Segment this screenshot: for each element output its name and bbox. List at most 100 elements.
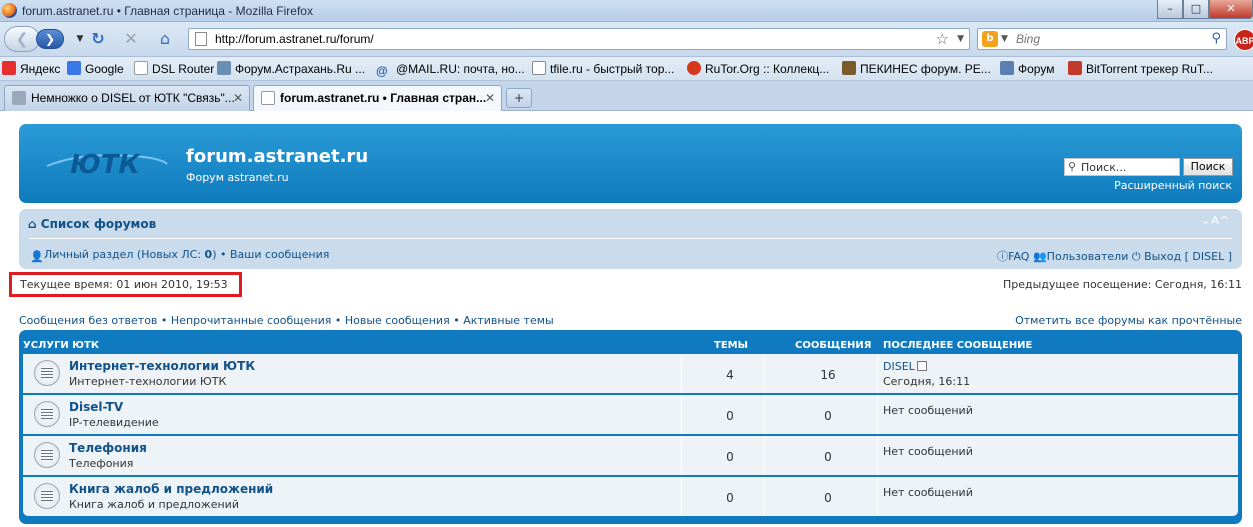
help-icon: ⓘ — [997, 250, 1009, 263]
window-controls: – □ ✕ — [1157, 0, 1253, 20]
forum-description: Телефония — [69, 457, 134, 470]
unanswered-posts-link[interactable]: Сообщения без ответов — [19, 314, 157, 327]
bookmark-bittorrent[interactable]: BitTorrent трекер RuT... — [1068, 61, 1213, 77]
faq-link[interactable]: ⓘFAQ — [997, 250, 1029, 263]
no-posts-label: Нет сообщений — [883, 404, 973, 417]
forum-header: ЮТК forum.astranet.ru Форум astranet.ru … — [19, 124, 1242, 203]
category-header[interactable]: Услуги ЮТК — [23, 340, 99, 351]
url-dropdown-icon[interactable]: ▼ — [957, 29, 964, 49]
home-icon: ⌂ — [28, 217, 41, 231]
maximize-button[interactable]: □ — [1183, 0, 1209, 19]
column-divider — [681, 436, 682, 475]
window-titlebar: forum.astranet.ru • Главная страница - M… — [0, 0, 1253, 22]
your-posts-link[interactable]: Ваши сообщения — [230, 248, 329, 261]
url-input[interactable] — [215, 31, 915, 47]
bookmark-star-icon[interactable]: ☆ — [936, 29, 949, 49]
bookmark-forum-astrakhan[interactable]: Форум.Астрахань.Ru ... — [217, 61, 365, 77]
forum-nav-panel: ⌂ Список форумов ⌄A^ 👤Личный раздел (Нов… — [19, 209, 1242, 269]
web-search-bar[interactable]: b ▼ ⚲ — [977, 28, 1227, 50]
close-window-button[interactable]: ✕ — [1209, 0, 1253, 19]
mail-ru-at-icon: @ — [376, 64, 388, 78]
forum-search-input[interactable] — [1081, 160, 1177, 174]
mark-forums-read-link[interactable]: Отметить все форумы как прочтённые — [1015, 314, 1242, 327]
forum-name-link[interactable]: Интернет-технологии ЮТК — [69, 359, 255, 373]
site-title[interactable]: forum.astranet.ru — [186, 146, 368, 167]
url-bar[interactable]: ☆ ▼ — [188, 28, 970, 50]
posts-count: 16 — [820, 368, 836, 382]
tab-disel-article[interactable]: Немножко о DISEL от ЮТК "Связь"... ✕ — [4, 85, 250, 111]
forum-search-box[interactable]: ⚲ — [1064, 158, 1180, 176]
forum-description: Книга жалоб и предложений — [69, 498, 239, 511]
users-icon: 👥 — [1032, 250, 1047, 263]
forum-name-link[interactable]: Телефония — [69, 441, 147, 455]
column-divider — [681, 477, 682, 516]
column-divider — [764, 477, 765, 516]
column-divider — [681, 395, 682, 434]
home-icon[interactable]: ⌂ — [155, 29, 175, 49]
posts-count: 0 — [824, 450, 832, 464]
new-posts-link[interactable]: Новые сообщения — [345, 314, 450, 327]
navigation-toolbar: ❮ ❯ ▼ ↻ ✕ ⌂ ☆ ▼ b ▼ ⚲ ABP — [0, 22, 1253, 57]
no-posts-label: Нет сообщений — [883, 445, 973, 458]
page-icon — [134, 61, 148, 75]
topics-count: 4 — [726, 368, 734, 382]
close-tab-icon[interactable]: ✕ — [485, 86, 495, 110]
topics-count: 0 — [726, 409, 734, 423]
bookmark-google[interactable]: Google — [67, 61, 124, 77]
adblock-icon[interactable]: ABP — [1234, 29, 1253, 51]
site-nav-links: ⓘFAQ 👥Пользователи ⏻ Выход [ DISEL ] — [997, 248, 1232, 264]
forum-name-link[interactable]: Disel-TV — [69, 400, 123, 414]
forum-search-button[interactable]: Поиск — [1183, 158, 1233, 176]
close-tab-icon[interactable]: ✕ — [233, 86, 243, 110]
history-dropdown-icon[interactable]: ▼ — [70, 29, 90, 49]
utk-logo[interactable]: ЮТК — [41, 146, 171, 182]
personal-area-link[interactable]: Личный раздел (Новых ЛС: 0) — [44, 248, 217, 261]
bookmark-pekines[interactable]: ПЕКИНЕС форум. РЕ... — [842, 61, 991, 77]
reload-icon[interactable]: ↻ — [88, 29, 108, 49]
new-tab-button[interactable]: + — [506, 88, 532, 108]
forum-icon — [1000, 61, 1014, 75]
web-search-input[interactable] — [1016, 31, 1196, 47]
last-post-author[interactable]: DISEL — [883, 360, 927, 373]
font-size-controls[interactable]: ⌄A^ — [1201, 214, 1230, 227]
forward-arrow-icon: ❯ — [44, 32, 56, 46]
forum-row: Интернет-технологии ЮТК Интернет-техноло… — [23, 354, 1238, 393]
active-topics-link[interactable]: Активные темы — [463, 314, 554, 327]
google-icon — [67, 61, 81, 75]
nav-separator — [29, 238, 1232, 239]
tab-favicon — [261, 91, 275, 105]
bookmark-mail-ru[interactable]: @ @MAIL.RU: почта, но... — [376, 61, 525, 78]
firefox-logo-icon — [2, 3, 17, 18]
advanced-search-link[interactable]: Расширенный поиск — [1114, 179, 1232, 192]
rutor-icon — [687, 61, 701, 75]
tab-forum-main[interactable]: forum.astranet.ru • Главная стран... ✕ — [253, 85, 502, 112]
web-page: ЮТК forum.astranet.ru Форум astranet.ru … — [0, 111, 1253, 527]
back-button[interactable]: ❮ — [4, 26, 40, 52]
bookmark-dsl-router[interactable]: DSL Router — [134, 61, 214, 77]
engine-dropdown-icon[interactable]: ▼ — [1001, 29, 1008, 49]
tab-favicon — [12, 91, 26, 105]
power-icon: ⏻ — [1131, 250, 1145, 263]
topics-count: 0 — [726, 450, 734, 464]
bing-engine-icon[interactable]: b — [982, 31, 998, 47]
forward-button[interactable]: ❯ — [36, 29, 64, 49]
back-forward-group: ❮ ❯ — [4, 26, 66, 52]
bookmark-forum[interactable]: Форум — [1000, 61, 1054, 77]
bookmark-yandex[interactable]: Яндекс — [2, 61, 60, 77]
stop-icon[interactable]: ✕ — [121, 29, 141, 49]
bookmark-tfile[interactable]: tfile.ru - быстрый тор... — [532, 61, 674, 77]
forum-list-link[interactable]: ⌂ Список форумов — [28, 217, 156, 231]
view-latest-post-icon[interactable] — [916, 361, 927, 371]
forum-description: Интернет-технологии ЮТК — [69, 375, 227, 388]
bittorrent-icon — [1068, 61, 1082, 75]
logout-link[interactable]: ⏻ Выход [ DISEL ] — [1132, 250, 1232, 263]
bookmark-rutor[interactable]: RuTor.Org :: Коллекц... — [687, 61, 829, 77]
users-link[interactable]: 👥Пользователи — [1033, 250, 1128, 263]
back-arrow-icon: ❮ — [15, 30, 29, 48]
minimize-button[interactable]: – — [1157, 0, 1183, 19]
unread-posts-link[interactable]: Непрочитанные сообщения — [171, 314, 331, 327]
forum-read-icon — [34, 401, 60, 427]
forum-name-link[interactable]: Книга жалоб и предложений — [69, 482, 273, 496]
column-divider — [877, 395, 878, 434]
search-icon[interactable]: ⚲ — [1211, 29, 1221, 49]
